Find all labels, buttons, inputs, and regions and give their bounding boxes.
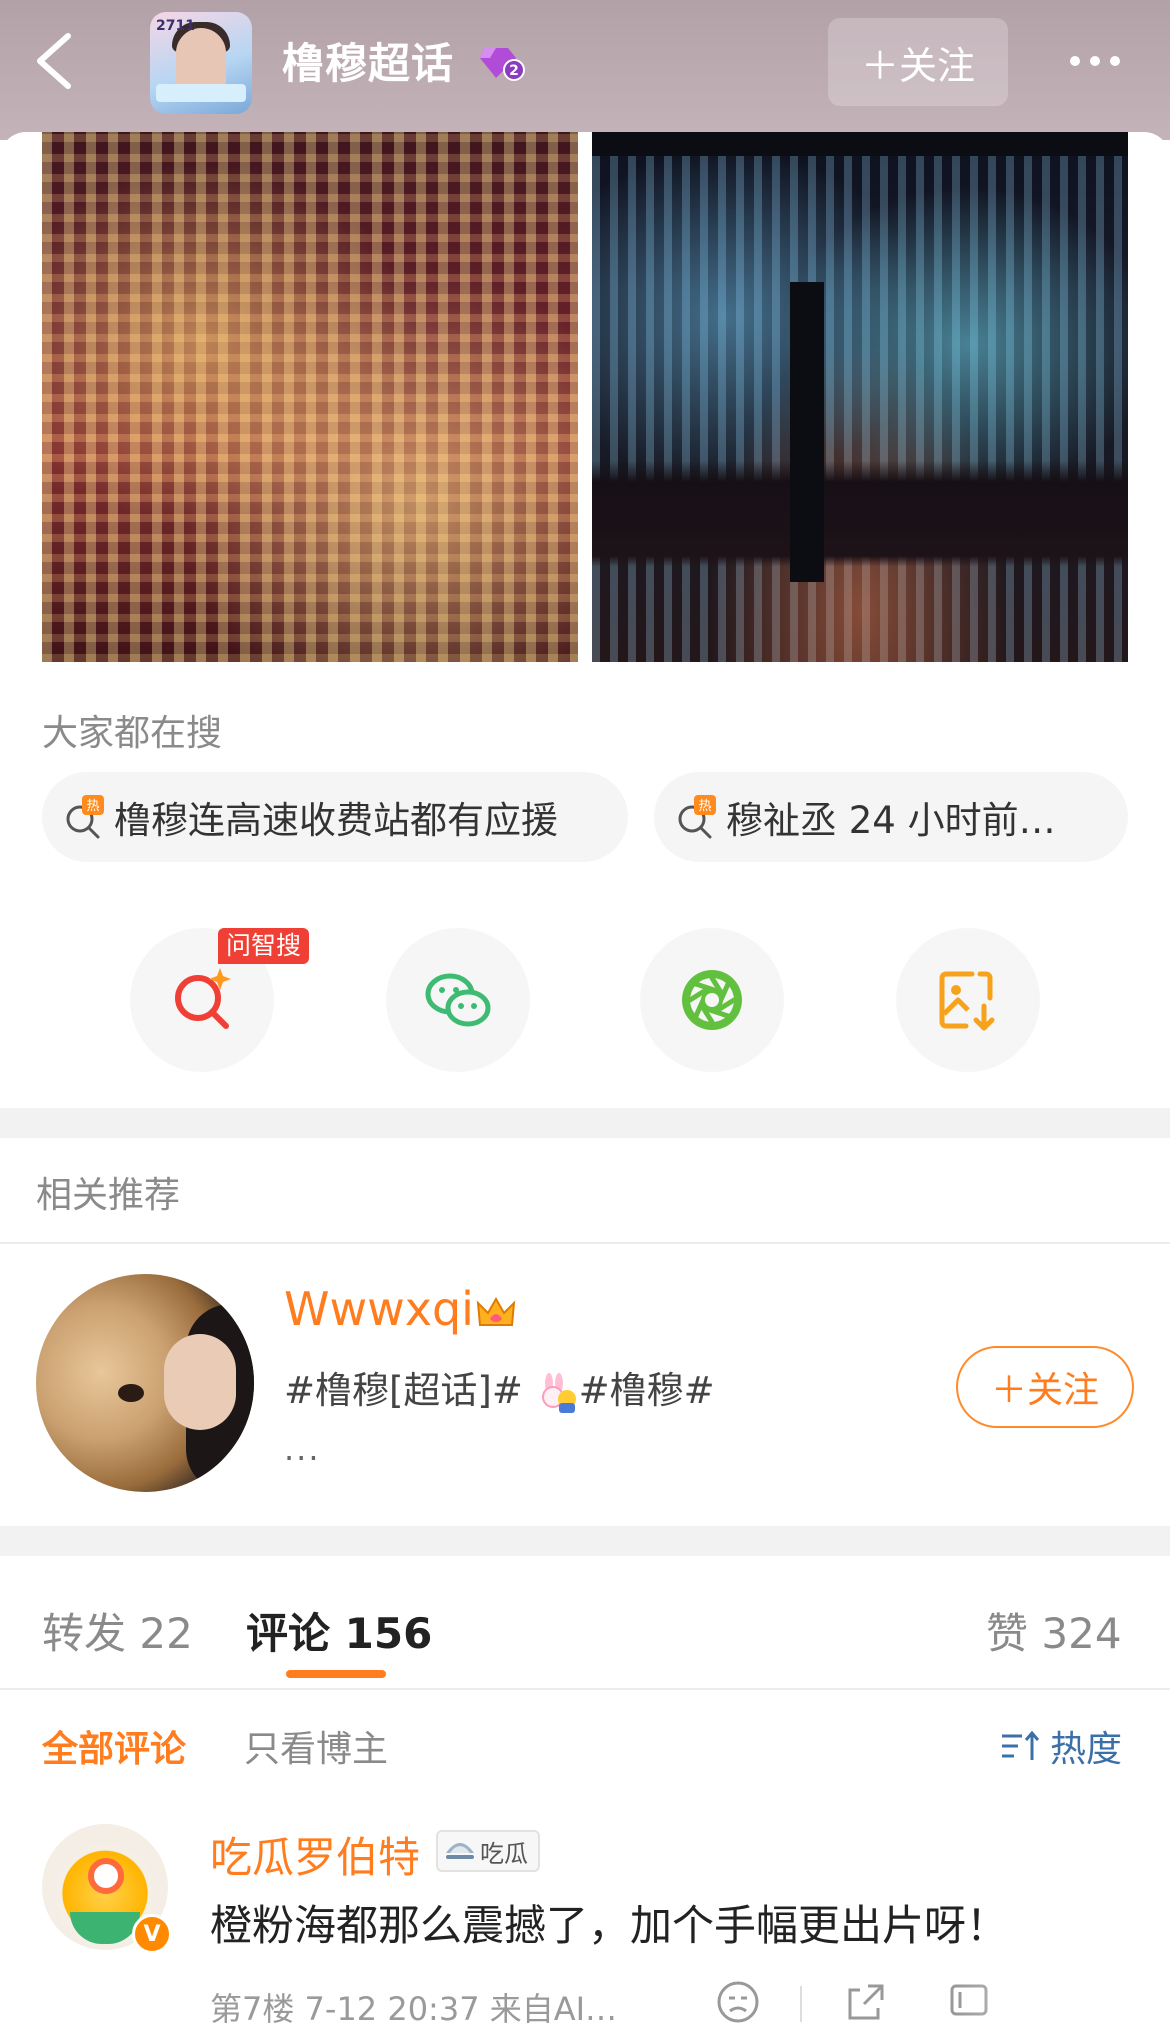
bunny-emoji-icon [541, 1372, 576, 1413]
back-icon[interactable] [28, 28, 84, 94]
save-image-button[interactable] [896, 928, 1040, 1072]
tab-comments-count: 156 [344, 1609, 433, 1658]
hot-label: 热 [698, 799, 711, 814]
hot-label: 热 [86, 799, 99, 814]
tab-repost-count: 22 [139, 1609, 193, 1658]
tab-comments[interactable]: 评论 156 [246, 1600, 432, 1661]
top-nav-bar: 2711 橹穆超话 2 ＋关注 [0, 0, 1170, 140]
sort-label: 热度 [1050, 1729, 1123, 1770]
hot-search-text-2: 穆祉丞 24 小时前… [726, 799, 1056, 842]
desc-topic-1: #橹穆[超话]# [284, 1369, 523, 1412]
divider-line [800, 1986, 802, 2022]
search-section-label: 大家都在搜 [42, 713, 223, 754]
post-image-2[interactable] [592, 132, 1128, 662]
post-image-1[interactable] [42, 132, 578, 662]
comment-meta: 第7楼 7-12 20:37 来自AI… [210, 1990, 618, 2028]
ai-search-icon [175, 968, 231, 1029]
tab-likes-count: 324 [1041, 1609, 1122, 1658]
tab-likes-label: 赞 [986, 1609, 1029, 1658]
crown-icon [476, 1296, 516, 1326]
follow-user-button[interactable]: ＋关注 [956, 1346, 1134, 1428]
recommended-user-name-text: Wwwxqi [284, 1282, 474, 1336]
filter-all-comments[interactable]: 全部评论 [42, 1720, 186, 1772]
section-divider [0, 1108, 1170, 1138]
sort-by-hot-button[interactable]: 热度 [1000, 1720, 1122, 1772]
recommend-section-label: 相关推荐 [36, 1175, 181, 1216]
filter-author-only[interactable]: 只看博主 [244, 1720, 388, 1772]
comment-text: 橙粉海都那么震撼了，加个手幅更出片呀！ [210, 1901, 1009, 1950]
share-wechat-button[interactable] [386, 928, 530, 1072]
follow-topic-button[interactable]: ＋关注 [828, 18, 1008, 106]
save-image-icon [939, 971, 995, 1031]
fan-badge-label: 吃瓜 [480, 1839, 528, 1868]
sort-icon [1002, 1730, 1040, 1760]
share-moments-button[interactable] [640, 928, 784, 1072]
hot-search-pill-1[interactable]: 热 橹穆连高速收费站都有应援 [42, 772, 628, 862]
tab-comments-label: 评论 [246, 1609, 331, 1658]
ai-search-tag: 问智搜 [218, 928, 310, 964]
more-icon[interactable] [1060, 46, 1130, 76]
react-emoji-icon[interactable] [714, 1978, 762, 2026]
moments-icon [682, 970, 742, 1030]
recommended-user-desc: #橹穆[超话]# #橹穆# [284, 1360, 715, 1414]
hot-search-icon: 热 [678, 795, 716, 839]
tab-likes[interactable]: 赞 324 [986, 1600, 1122, 1661]
recommended-user-avatar[interactable] [36, 1274, 254, 1492]
topic-avatar[interactable]: 2711 [150, 12, 252, 114]
commenter-fan-badge[interactable]: 吃瓜 [436, 1830, 540, 1872]
recommended-user-name[interactable]: Wwwxqi [284, 1282, 516, 1336]
share-comment-icon[interactable] [842, 1978, 890, 2026]
active-tab-indicator [286, 1670, 386, 1678]
level-gem-icon: 2 [478, 40, 526, 82]
hot-search-pill-2[interactable]: 热 穆祉丞 24 小时前… [654, 772, 1128, 862]
divider-line [0, 1242, 1170, 1244]
recommended-user-desc-more: ... [284, 1430, 321, 1468]
section-divider [0, 1526, 1170, 1556]
topic-avatar-text: 2711 [156, 18, 195, 34]
wechat-icon [425, 973, 491, 1027]
melon-icon [446, 1843, 474, 1859]
verified-badge-icon: V [132, 1914, 172, 1954]
desc-topic-2: #橹穆# [578, 1369, 715, 1412]
tab-repost-label: 转发 [42, 1609, 127, 1658]
topic-title[interactable]: 橹穆超话 [282, 30, 454, 91]
fade-overlay [960, 1960, 1170, 2044]
tab-repost[interactable]: 转发 22 [42, 1600, 193, 1661]
divider-line [0, 1688, 1170, 1690]
hot-search-icon: 热 [66, 795, 104, 839]
hot-search-text-1: 橹穆连高速收费站都有应援 [114, 799, 558, 842]
commenter-name[interactable]: 吃瓜罗伯特 [210, 1824, 420, 1885]
level-number: 2 [509, 63, 519, 79]
